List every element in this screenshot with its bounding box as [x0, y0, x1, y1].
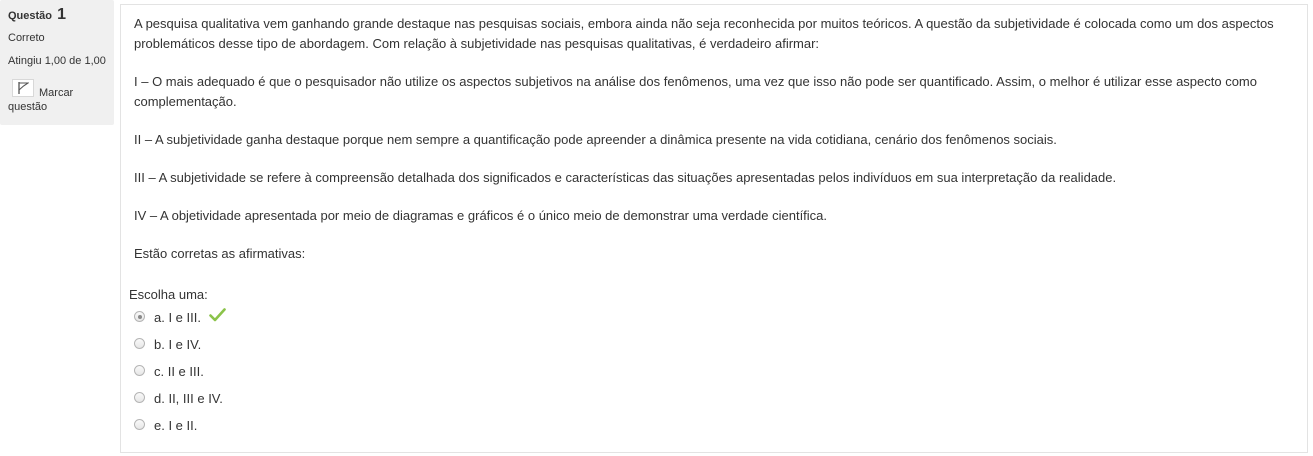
answer-label-a: a. I e III.	[154, 310, 201, 325]
answer-radio-b[interactable]	[134, 338, 145, 349]
question-grade: Atingiu 1,00 de 1,00	[8, 55, 106, 67]
answer-option-b[interactable]: b. I e IV.	[134, 335, 434, 362]
answer-label-d: d. II, III e IV.	[154, 391, 223, 406]
question-content: A pesquisa qualitativa vem ganhando gran…	[120, 4, 1308, 453]
question-label: Questão	[8, 10, 53, 22]
flag-label: Marcar questão	[8, 87, 74, 113]
question-info-panel: Questão 1 Correto Atingiu 1,00 de 1,00 M…	[0, 0, 114, 125]
answer-label-e: e. I e II.	[154, 418, 198, 433]
question-number: 1	[57, 6, 66, 23]
statement-i: I – O mais adequado é que o pesquisador …	[134, 74, 1257, 109]
question-intro: A pesquisa qualitativa vem ganhando gran…	[134, 16, 1274, 51]
answer-radio-c[interactable]	[134, 365, 145, 376]
answer-option-a[interactable]: a. I e III.	[134, 308, 434, 335]
statement-iv: IV – A objetividade apresentada por meio…	[134, 208, 828, 223]
statement-iii: III – A subjetividade se refere à compre…	[134, 170, 1117, 185]
answer-radio-a[interactable]	[134, 311, 145, 322]
statement-ii: II – A subjetividade ganha destaque porq…	[134, 132, 1057, 147]
checkmark-icon	[208, 308, 226, 325]
question-text: A pesquisa qualitativa vem ganhando gran…	[134, 14, 1294, 282]
answer-label-c: c. II e III.	[154, 364, 204, 379]
answer-label-b: b. I e IV.	[154, 337, 202, 352]
question-title: Questão 1	[8, 6, 66, 24]
answer-list: a. I e III. b. I e IV. c. II e III. d. I…	[134, 308, 434, 443]
question-state: Correto	[8, 32, 45, 44]
answer-option-e[interactable]: e. I e II.	[134, 416, 434, 443]
question-ask: Estão corretas as afirmativas:	[134, 246, 306, 261]
answer-option-c[interactable]: c. II e III.	[134, 362, 434, 389]
answer-radio-e[interactable]	[134, 419, 145, 430]
answer-prompt: Escolha uma:	[129, 287, 208, 302]
answer-radio-d[interactable]	[134, 392, 145, 403]
answer-option-d[interactable]: d. II, III e IV.	[134, 389, 434, 416]
flag-question-button[interactable]: Marcar questão	[8, 77, 108, 117]
